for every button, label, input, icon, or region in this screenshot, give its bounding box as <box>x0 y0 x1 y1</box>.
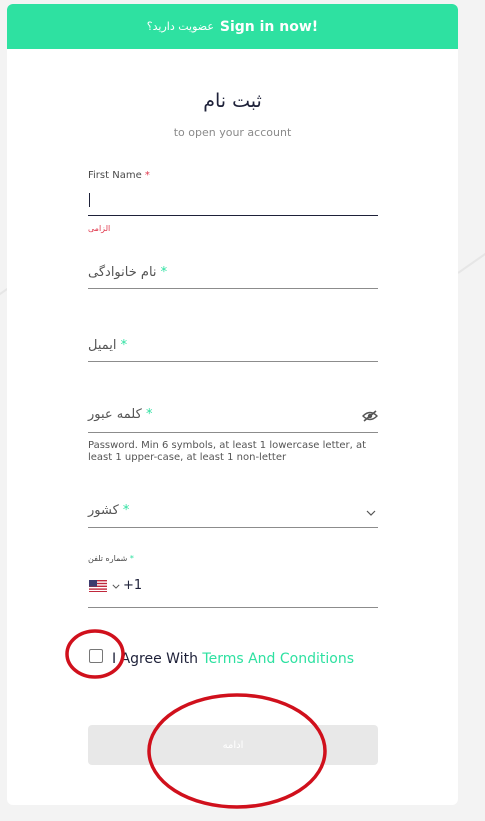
banner-question: عضویت دارید؟ <box>146 20 214 33</box>
signup-card: عضویت دارید؟ Sign in now! ثبت نام to ope… <box>7 4 458 805</box>
continue-button[interactable]: ادامه <box>88 725 378 765</box>
page-title: ثبت نام <box>203 90 262 112</box>
email-placeholder: ایمیل * <box>88 338 127 353</box>
country-select[interactable]: کشور * <box>88 498 378 530</box>
page-subtitle: to open your account <box>173 126 292 139</box>
terms-checkbox[interactable] <box>89 649 103 663</box>
password-placeholder: کلمه عبور * <box>88 407 152 422</box>
password-required-mark: * <box>145 407 153 422</box>
country-placeholder-text: کشور <box>88 503 119 518</box>
first-name-error: الزامی <box>88 224 111 233</box>
background-line-right <box>457 249 485 274</box>
password-hint: Password. Min 6 symbols, at least 1 lowe… <box>88 440 367 463</box>
text-caret <box>89 193 90 207</box>
first-name-field[interactable]: First Name * الزامی <box>88 170 378 240</box>
signin-banner: عضویت دارید؟ Sign in now! <box>7 4 458 49</box>
first-name-label-text: First Name <box>88 170 142 181</box>
first-name-label: First Name * <box>88 170 150 181</box>
email-required-mark: * <box>120 338 128 353</box>
agree-label: I Agree With <box>112 651 198 667</box>
last-name-required-mark: * <box>160 265 168 280</box>
signin-link[interactable]: Sign in now! <box>220 19 318 35</box>
email-underline <box>88 361 378 362</box>
phone-label-text: شماره تلفن <box>88 554 128 563</box>
country-underline <box>88 527 378 528</box>
last-name-placeholder: نام خانوادگی * <box>88 265 167 280</box>
last-name-field[interactable]: نام خانوادگی * <box>88 259 378 291</box>
phone-underline <box>88 607 378 608</box>
phone-prefix: +1 <box>123 578 143 593</box>
phone-label: شماره تلفن * <box>88 554 134 563</box>
first-name-underline <box>88 215 378 216</box>
password-placeholder-text: کلمه عبور <box>88 407 142 422</box>
password-field[interactable]: کلمه عبور * Password. Min 6 symbols, at … <box>88 404 378 470</box>
first-name-required-mark: * <box>144 170 150 181</box>
eye-off-icon[interactable] <box>362 410 378 422</box>
page: عضویت دارید؟ Sign in now! ثبت نام to ope… <box>0 0 485 821</box>
country-code-chevron-icon[interactable] <box>112 584 120 589</box>
phone-field[interactable]: شماره تلفن * +1 <box>88 554 378 609</box>
email-field[interactable]: ایمیل * <box>88 332 378 364</box>
password-underline <box>88 432 378 433</box>
last-name-placeholder-text: نام خانوادگی <box>88 265 157 280</box>
country-required-mark: * <box>122 503 130 518</box>
phone-required-mark: * <box>129 554 134 563</box>
agree-text: I Agree With Terms And Conditions <box>112 651 354 667</box>
email-placeholder-text: ایمیل <box>88 338 117 353</box>
terms-link[interactable]: Terms And Conditions <box>202 651 354 667</box>
us-flag-icon[interactable] <box>89 580 107 592</box>
country-placeholder: کشور * <box>88 503 129 518</box>
chevron-down-icon <box>366 510 376 516</box>
last-name-underline <box>88 288 378 289</box>
